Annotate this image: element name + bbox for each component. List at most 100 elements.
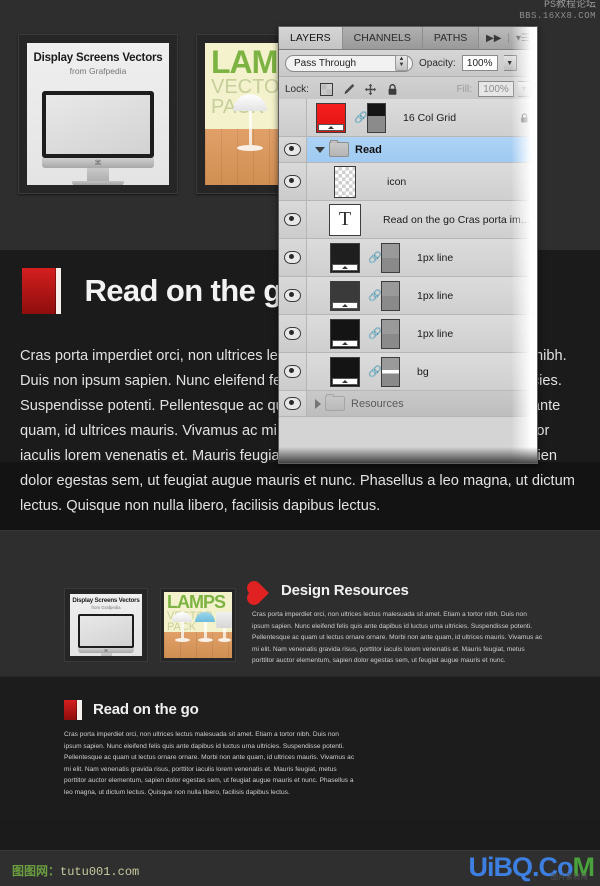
fill-dropdown-icon[interactable]: ▼ <box>518 81 531 97</box>
tab-spacer <box>479 27 486 49</box>
layer-thumbnail-dark <box>330 280 360 311</box>
tab-paths[interactable]: PATHS <box>422 27 480 49</box>
layer-row-bg[interactable]: 🔗 bg <box>279 353 537 391</box>
visibility-toggle[interactable] <box>279 99 307 136</box>
layer-name[interactable]: Read on the go Cras porta im... <box>369 214 537 226</box>
layer-mask-cell <box>381 280 411 311</box>
layer-row-1px-line[interactable]: 🔗 1px line <box>279 277 537 315</box>
layer-row-icon[interactable]: icon <box>279 163 537 201</box>
layer-name[interactable]: 16 Col Grid <box>397 112 511 124</box>
layer-row-group-read[interactable]: Read <box>279 137 537 163</box>
layer-thumbnail-cell <box>307 356 369 387</box>
layer-row-1px-line[interactable]: 🔗 1px line <box>279 239 537 277</box>
blend-mode-stepper-icon[interactable]: ▲ ▼ <box>395 55 408 71</box>
layer-thumbnail-dark <box>330 242 360 273</box>
read-small-icon-wrap <box>64 700 82 725</box>
eye-icon-visible <box>284 289 301 302</box>
layer-row-1px-line[interactable]: 🔗 1px line <box>279 315 537 353</box>
link-icon[interactable]: 🔗 <box>354 111 368 124</box>
link-icon[interactable]: 🔗 <box>368 365 382 378</box>
link-icon[interactable]: 🔗 <box>368 327 382 340</box>
layer-mask-cell <box>381 318 411 349</box>
layer-thumbnail-cell <box>307 280 369 311</box>
chevron-right-icon[interactable] <box>315 398 321 409</box>
layer-mask-cell <box>381 242 411 273</box>
photoshop-layers-panel[interactable]: LAYERS CHANNELS PATHS ▶▶ | ▾☰ Pass Throu… <box>278 26 538 464</box>
layer-row-16-col-grid[interactable]: 🔗 16 Col Grid <box>279 99 537 137</box>
visibility-toggle[interactable] <box>279 239 307 276</box>
layer-thumbnail-cell <box>307 102 355 133</box>
lock-all-padlock-icon[interactable] <box>386 83 399 96</box>
opacity-dropdown-icon[interactable]: ▼ <box>503 55 517 71</box>
eye-icon-visible <box>284 327 301 340</box>
position-move-icon[interactable] <box>364 83 377 96</box>
watermark-uibq: UiBQ <box>468 852 533 882</box>
layer-thumbnail-cell: T <box>307 203 369 236</box>
double-chevron-right-icon[interactable]: ▶▶ <box>486 33 501 44</box>
chevron-down-icon[interactable] <box>315 146 325 153</box>
opacity-label: Opacity: <box>419 57 456 69</box>
layer-name[interactable]: 1px line <box>411 328 537 340</box>
group-name-resources[interactable]: Resources <box>351 398 404 410</box>
blend-mode-select[interactable]: Pass Through ▲ ▼ <box>285 54 413 72</box>
visibility-toggle[interactable] <box>279 353 307 390</box>
visibility-toggle[interactable] <box>279 277 307 314</box>
red-heart-icon <box>249 583 269 603</box>
tab-channels[interactable]: CHANNELS <box>342 27 423 49</box>
folder-icon <box>329 140 349 157</box>
blend-mode-row: Pass Through ▲ ▼ Opacity: 100% ▼ <box>279 50 537 77</box>
folder-icon <box>325 394 345 411</box>
layer-name[interactable]: 1px line <box>411 290 537 302</box>
link-icon[interactable]: 🔗 <box>368 251 382 264</box>
group-name-read[interactable]: Read <box>355 144 382 156</box>
layer-name[interactable]: icon <box>369 176 537 188</box>
red-book-icon-small <box>64 700 82 720</box>
watermark-top-line2: BBS.16XX8.COM <box>519 11 596 21</box>
layer-row-text[interactable]: T Read on the go Cras porta im... <box>279 201 537 239</box>
dr-display-screens-title: Display Screens Vectors <box>72 597 140 604</box>
visibility-toggle-resources[interactable] <box>279 391 307 416</box>
visibility-toggle-read[interactable] <box>279 137 307 162</box>
read-small-title: Read on the go <box>93 701 199 718</box>
layer-mask-thumbnail <box>381 318 400 349</box>
eye-icon-visible <box>284 251 301 264</box>
watermark-bottom-left: 图图网：tutu001.com <box>12 862 139 879</box>
visibility-toggle-text[interactable] <box>279 201 307 238</box>
dr-imac-illustration: ⌘ <box>78 614 134 656</box>
image-pixels-brush-icon[interactable] <box>342 83 355 96</box>
opacity-value[interactable]: 100% <box>461 55 498 71</box>
layer-thumbnail-red <box>316 102 346 133</box>
layer-thumbnail-cell <box>307 165 369 198</box>
dr-thumbnail-display-screens[interactable]: Display Screens Vectors from Grafpedia ⌘ <box>64 588 148 662</box>
panel-menu-icon[interactable]: ▾☰ <box>516 33 530 44</box>
layer-row-group-resources[interactable]: Resources <box>279 391 537 417</box>
layer-thumbnail-dark <box>330 356 360 387</box>
layer-name[interactable]: bg <box>411 366 537 378</box>
read-small-body: Cras porta imperdiet orci, non ultrices … <box>64 731 355 796</box>
eye-icon-visible <box>284 143 301 156</box>
read-on-the-go-title: Read on the go <box>84 273 300 308</box>
dr-thumbnail-lamps[interactable]: LAMPS VECTOR PACK <box>160 588 236 662</box>
eye-icon-hidden <box>284 111 301 124</box>
layer-mask-cell <box>381 356 411 387</box>
layer-thumbnail-dark <box>330 318 360 349</box>
link-icon[interactable]: 🔗 <box>368 289 382 302</box>
thumbnail-display-screens-vectors[interactable]: Display Screens Vectors from Grafpedia ⌘ <box>18 34 178 194</box>
layer-thumbnail-type-icon: T <box>329 203 361 236</box>
eye-icon-visible <box>284 365 301 378</box>
panel-tab-controls: ▶▶ | ▾☰ <box>486 27 537 49</box>
transparent-pixels-icon[interactable] <box>319 82 333 96</box>
visibility-toggle[interactable] <box>279 315 307 352</box>
layer-mask-thumbnail <box>381 242 400 273</box>
layer-list[interactable]: 🔗 16 Col Grid Read icon T Read on the go… <box>279 99 537 463</box>
visibility-toggle-icon[interactable] <box>279 163 307 200</box>
layer-name[interactable]: 1px line <box>411 252 537 264</box>
panel-tab-bar: LAYERS CHANNELS PATHS ▶▶ | ▾☰ <box>279 27 537 50</box>
tab-layers[interactable]: LAYERS <box>279 27 343 49</box>
fill-value[interactable]: 100% <box>478 81 514 97</box>
design-resources-title: Design Resources <box>281 582 409 599</box>
dr-display-screens-artwork: Display Screens Vectors from Grafpedia ⌘ <box>70 594 142 656</box>
fill-controls: Fill: 100% ▼ <box>456 81 531 97</box>
eye-icon-visible <box>284 175 301 188</box>
layer-locked-icon <box>511 112 537 124</box>
